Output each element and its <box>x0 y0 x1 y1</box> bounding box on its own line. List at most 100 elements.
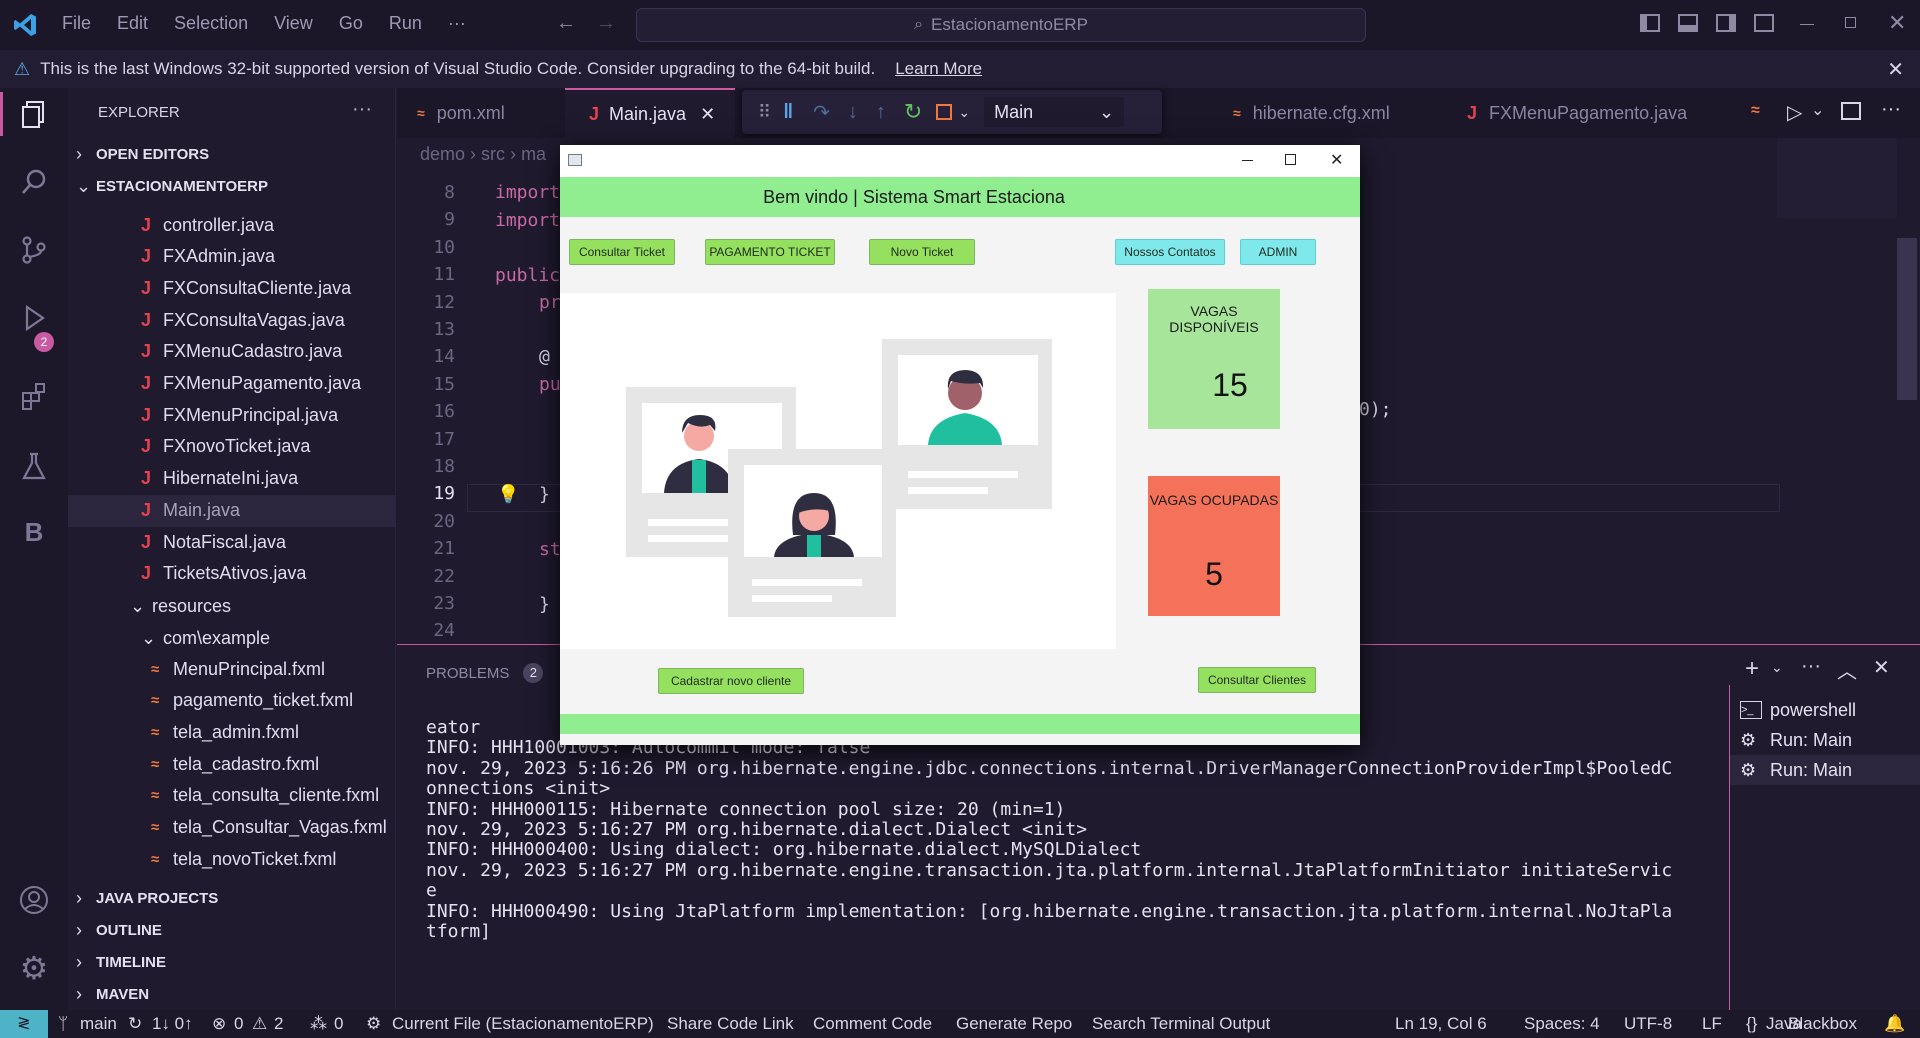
close-banner-icon[interactable]: ✕ <box>1887 57 1904 82</box>
pagamento-ticket-button[interactable]: PAGAMENTO TICKET <box>705 239 835 265</box>
step-over-icon[interactable]: ↷ <box>813 100 830 125</box>
indentation[interactable]: Spaces: 4 <box>1524 1014 1600 1034</box>
menu-edit[interactable]: Edit <box>117 13 148 34</box>
file-item[interactable]: Jcontroller.java <box>141 209 469 241</box>
search-terminal-output[interactable]: Search Terminal Output <box>1092 1014 1270 1034</box>
sync-status[interactable]: 1↓ 0↑ <box>152 1014 193 1034</box>
java-projects-section[interactable]: › JAVA PROJECTS <box>76 882 404 914</box>
consultar-ticket-button[interactable]: Consultar Ticket <box>569 239 675 265</box>
end-of-line[interactable]: LF <box>1702 1014 1722 1034</box>
forward-arrow-icon[interactable]: → <box>596 12 616 35</box>
error-count[interactable]: 0 <box>234 1014 243 1034</box>
maximize-panel-icon[interactable]: ︿ <box>1837 655 1857 684</box>
file-item[interactable]: J TicketsAtivos.java <box>141 558 469 590</box>
preview-rss-icon[interactable]: ≈ <box>1751 102 1760 120</box>
step-out-icon[interactable]: ↑ <box>876 101 886 124</box>
comment-code[interactable]: Comment Code <box>813 1014 932 1034</box>
admin-button[interactable]: ADMIN <box>1240 239 1316 265</box>
tab-main[interactable]: J Main.java ✕ <box>565 88 735 138</box>
breadcrumb-demo[interactable]: demo <box>420 144 465 164</box>
extensions-icon[interactable] <box>14 376 54 416</box>
sync-icon[interactable]: ↻ <box>128 1014 142 1034</box>
debug-target-select[interactable]: Main ⌄ <box>984 97 1125 127</box>
menu-more[interactable]: ··· <box>448 13 466 34</box>
customize-layout-icon[interactable] <box>1754 14 1774 32</box>
consultar-clientes-button[interactable]: Consultar Clientes <box>1198 667 1316 693</box>
file-item[interactable]: J FXConsultaVagas.java <box>141 304 469 336</box>
learn-more-link[interactable]: Learn More <box>895 59 982 79</box>
blackbox-status[interactable]: Blackbox <box>1788 1014 1857 1034</box>
menu-go[interactable]: Go <box>339 13 363 34</box>
file-item[interactable]: J FXnovoTicket.java <box>141 431 469 463</box>
stop-icon[interactable] <box>936 104 953 120</box>
close-panel-icon[interactable]: ✕ <box>1873 655 1890 680</box>
breadcrumb-main[interactable]: ma <box>521 144 546 164</box>
restart-icon[interactable]: ↻ <box>904 99 922 125</box>
file-item[interactable]: J FXMenuPagamento.java <box>141 368 469 400</box>
pause-icon[interactable]: ‖ <box>783 101 793 124</box>
tab-fxmenupagamento[interactable]: J FXMenuPagamento.java <box>1467 88 1687 138</box>
editor-scrollbar[interactable] <box>1897 238 1917 400</box>
menu-view[interactable]: View <box>274 13 313 34</box>
maven-section[interactable]: › MAVEN <box>76 978 404 1010</box>
settings-gear-icon[interactable]: ⚙ <box>14 948 54 988</box>
toggle-panel-icon[interactable] <box>1678 14 1698 32</box>
app-maximize-icon[interactable] <box>1285 154 1296 165</box>
editor-more-icon[interactable]: ··· <box>1881 98 1901 121</box>
file-item[interactable]: J FXMenuCadastro.java <box>141 336 469 368</box>
close-tab-icon[interactable]: ✕ <box>700 104 715 125</box>
share-code-link[interactable]: Share Code Link <box>667 1014 794 1034</box>
lightbulb-icon[interactable]: 💡 <box>497 484 519 505</box>
encoding[interactable]: UTF-8 <box>1624 1014 1672 1034</box>
cursor-position[interactable]: Ln 19, Col 6 <box>1395 1014 1487 1034</box>
file-item[interactable]: J HibernateIni.java <box>141 463 469 495</box>
restore-window-icon[interactable] <box>1845 17 1856 28</box>
stop-chevron-icon[interactable]: ⌄ <box>958 104 970 121</box>
new-terminal-icon[interactable]: + <box>1745 655 1759 683</box>
project-header[interactable]: ⌄ ESTACIONAMENTOERP <box>76 170 404 202</box>
split-editor-icon[interactable] <box>1841 102 1861 120</box>
cadastrar-cliente-button[interactable]: Cadastrar novo cliente <box>658 668 804 694</box>
back-arrow-icon[interactable]: ← <box>556 12 576 35</box>
file-item[interactable]: J FXConsultaCliente.java <box>141 272 469 304</box>
run-options-chevron-icon[interactable]: ⌄ <box>1811 100 1824 120</box>
outline-section[interactable]: › OUTLINE <box>76 914 404 946</box>
close-window-icon[interactable]: ✕ <box>1888 10 1906 36</box>
run-file-icon[interactable]: ▷ <box>1787 100 1802 125</box>
menu-run[interactable]: Run <box>389 13 422 34</box>
step-into-icon[interactable]: ↓ <box>848 101 858 124</box>
ports-count[interactable]: 0 <box>334 1014 343 1034</box>
search-activity-icon[interactable] <box>14 162 54 202</box>
terminal-item-run-main-active[interactable]: ⚙ Run: Main <box>1730 755 1920 785</box>
timeline-section[interactable]: › TIMELINE <box>76 946 404 978</box>
tab-pom[interactable]: ≈ pom.xml <box>417 88 505 138</box>
accounts-icon[interactable] <box>14 880 54 920</box>
file-item[interactable]: J FXMenuPrincipal.java <box>141 399 469 431</box>
menu-selection[interactable]: Selection <box>174 13 248 34</box>
terminal-item-powershell[interactable]: >_ powershell <box>1730 695 1920 725</box>
nossos-contatos-button[interactable]: Nossos Contatos <box>1115 239 1225 265</box>
panel-more-icon[interactable]: ··· <box>1801 655 1821 678</box>
file-item[interactable]: J FXAdmin.java <box>141 241 469 273</box>
app-close-icon[interactable]: ✕ <box>1330 150 1343 170</box>
file-item[interactable]: J NotaFiscal.java <box>141 526 469 558</box>
minimize-window-icon[interactable] <box>1800 24 1814 25</box>
testing-icon[interactable] <box>14 446 54 486</box>
current-file-config[interactable]: Current File (EstacionamentoERP) <box>392 1014 654 1034</box>
terminal-chevron-icon[interactable]: ⌄ <box>1771 659 1783 676</box>
app-minimize-icon[interactable] <box>1242 160 1253 161</box>
branch-name[interactable]: main <box>80 1014 117 1034</box>
warning-count[interactable]: 2 <box>274 1014 283 1034</box>
remote-indicator[interactable]: ≷ <box>0 1010 48 1038</box>
terminal-item-run-main[interactable]: ⚙ Run: Main <box>1730 725 1920 755</box>
tab-hibernate[interactable]: ≈ hibernate.cfg.xml <box>1233 88 1390 138</box>
toggle-primary-sidebar-icon[interactable] <box>1640 14 1660 32</box>
generate-repo[interactable]: Generate Repo <box>956 1014 1072 1034</box>
menu-file[interactable]: File <box>62 13 91 34</box>
breadcrumb-src[interactable]: src <box>481 144 505 164</box>
toggle-secondary-sidebar-icon[interactable] <box>1716 14 1736 32</box>
notifications-bell-icon[interactable]: 🔔 <box>1884 1014 1905 1034</box>
novo-ticket-button[interactable]: Novo Ticket <box>869 239 975 265</box>
file-item[interactable]: J Main.java <box>141 494 469 526</box>
drag-handle-icon[interactable]: ⠿ <box>758 102 771 123</box>
